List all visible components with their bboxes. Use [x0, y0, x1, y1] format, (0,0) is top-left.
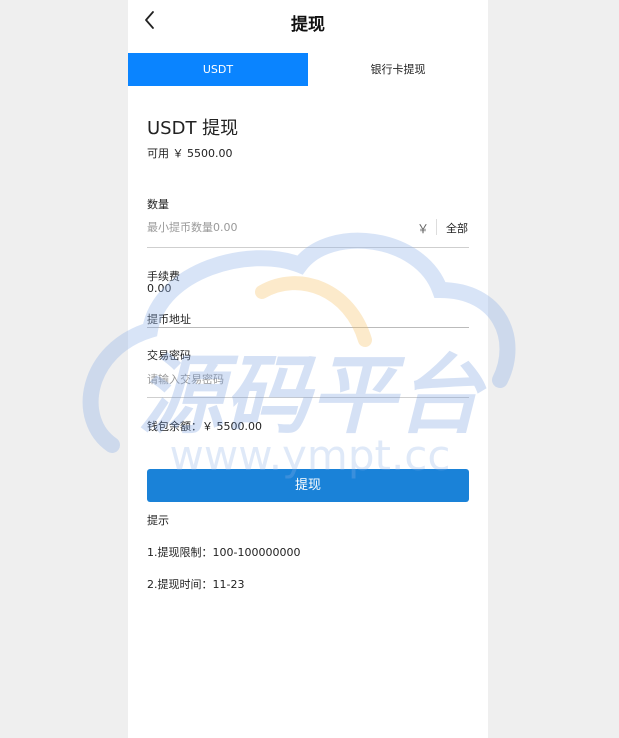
- quantity-row: ￥ 全部: [147, 213, 469, 248]
- form-heading: USDT 提现: [147, 118, 239, 139]
- tips-title: 提示: [147, 514, 169, 527]
- tip-item: 2.提现时间：11-23: [147, 578, 245, 591]
- password-row: [147, 366, 469, 398]
- tab-bar: USDT 银行卡提现: [128, 53, 488, 86]
- tip-item: 1.提现限制：100-100000000: [147, 546, 301, 559]
- tab-usdt[interactable]: USDT: [128, 53, 308, 86]
- fee-value: 0.00: [147, 282, 172, 295]
- address-input[interactable]: [147, 312, 469, 326]
- password-label: 交易密码: [147, 349, 191, 362]
- withdraw-page: 提现 USDT 银行卡提现 USDT 提现 可用 ￥ 5500.00 数量 ￥ …: [128, 0, 488, 738]
- submit-withdraw-button[interactable]: 提现: [147, 469, 469, 502]
- address-row: [147, 312, 469, 328]
- currency-symbol: ￥: [417, 222, 430, 236]
- withdraw-all-button[interactable]: 全部: [446, 220, 468, 236]
- header-bar: 提现: [128, 0, 488, 44]
- quantity-label: 数量: [147, 198, 169, 211]
- tab-bank-card[interactable]: 银行卡提现: [308, 53, 488, 86]
- available-balance: 可用 ￥ 5500.00: [147, 147, 233, 160]
- wallet-balance: 钱包余额：￥ 5500.00: [147, 420, 262, 433]
- divider: [436, 219, 437, 235]
- page-title: 提现: [291, 15, 325, 35]
- password-input[interactable]: [147, 370, 469, 388]
- quantity-input[interactable]: [147, 217, 407, 237]
